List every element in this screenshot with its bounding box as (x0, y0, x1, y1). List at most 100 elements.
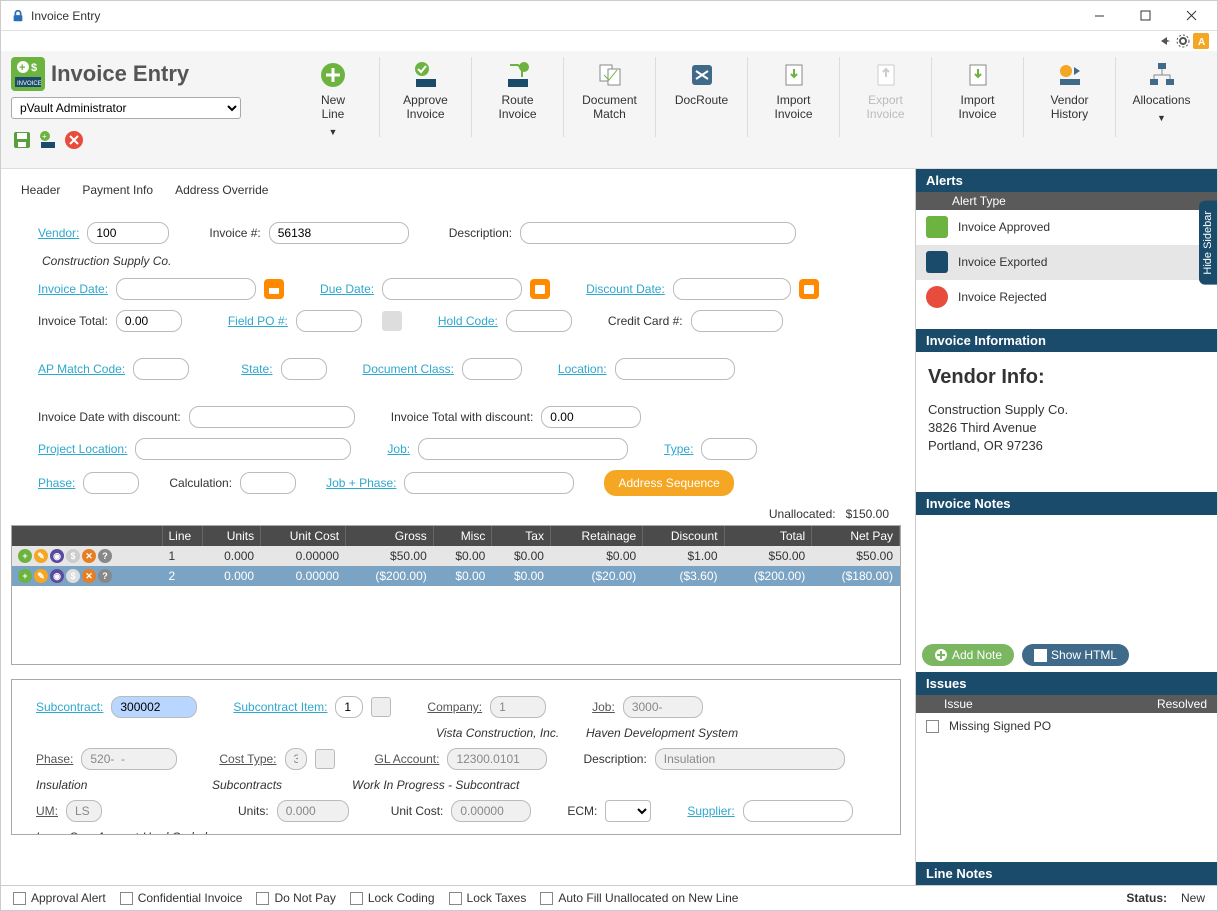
info-icon[interactable]: A (1193, 33, 1209, 49)
job-label[interactable]: Job: (387, 442, 410, 456)
alert-row-exported[interactable]: Invoice Exported (916, 245, 1217, 280)
cost-type-lookup-icon[interactable] (315, 749, 335, 769)
job-phase-label[interactable]: Job + Phase: (326, 476, 396, 490)
proj-loc-label[interactable]: Project Location: (38, 442, 127, 456)
description-input[interactable] (520, 222, 796, 244)
ap-match-label[interactable]: AP Match Code: (38, 362, 125, 376)
po-lookup-icon[interactable] (382, 311, 402, 331)
footer-check-confidential-invoice[interactable]: Confidential Invoice (120, 891, 243, 905)
vendor-input[interactable] (87, 222, 169, 244)
phase-label[interactable]: Phase: (38, 476, 75, 490)
status-label: Status: (1126, 891, 1167, 905)
page-heading: Invoice Entry (51, 61, 189, 87)
ribbon-approve-invoice[interactable]: ApproveInvoice (379, 57, 471, 137)
hold-code-input[interactable] (506, 310, 572, 332)
add-note-button[interactable]: Add Note (922, 644, 1014, 666)
address-sequence-button[interactable]: Address Sequence (604, 470, 733, 496)
footer-check-lock-coding[interactable]: Lock Coding (350, 891, 435, 905)
doc-class-input[interactable] (462, 358, 522, 380)
ribbon-document-match[interactable]: DocumentMatch (563, 57, 655, 137)
ribbon-allocations[interactable]: Allocations▼ (1115, 57, 1207, 137)
tab-address-override[interactable]: Address Override (175, 183, 268, 203)
sub-item-input[interactable] (335, 696, 363, 718)
field-po-label[interactable]: Field PO #: (228, 314, 288, 328)
ribbon-import-invoice[interactable]: ImportInvoice (747, 57, 839, 137)
tab-header[interactable]: Header (21, 183, 60, 203)
ribbon-import-invoice[interactable]: ImportInvoice (931, 57, 1023, 137)
invoice-date-input[interactable] (116, 278, 256, 300)
inv-total-disc-input[interactable] (541, 406, 641, 428)
phase-input[interactable] (83, 472, 139, 494)
save-icon[interactable] (11, 129, 33, 151)
pin-icon[interactable] (1157, 33, 1173, 49)
type-label[interactable]: Type: (664, 442, 693, 456)
inv-date-disc-input[interactable] (189, 406, 355, 428)
job-input[interactable] (418, 438, 628, 460)
grid-row[interactable]: +✎◉$✕?10.0000.00000$50.00$0.00$0.00$0.00… (12, 546, 900, 566)
calendar-icon[interactable] (530, 279, 550, 299)
ribbon-docroute[interactable]: DocRoute (655, 57, 747, 137)
ribbon-route-invoice[interactable]: RouteInvoice (471, 57, 563, 137)
ribbon-new-line[interactable]: NewLine▼ (287, 57, 379, 137)
svg-text:INVOICE: INVOICE (17, 81, 42, 87)
discount-date-label[interactable]: Discount Date: (586, 282, 665, 296)
vendor-info-body: Vendor Info: Construction Supply Co. 382… (916, 352, 1217, 492)
supplier-input[interactable] (743, 800, 853, 822)
proj-loc-input[interactable] (135, 438, 351, 460)
calendar-icon[interactable] (799, 279, 819, 299)
sub-item-lookup-icon[interactable] (371, 697, 391, 717)
ap-match-input[interactable] (133, 358, 189, 380)
save-invoice-icon[interactable]: + (37, 129, 59, 151)
supplier-label[interactable]: Supplier: (687, 804, 734, 818)
alert-row-approved[interactable]: Invoice Approved (916, 210, 1217, 245)
job-phase-input[interactable] (404, 472, 574, 494)
field-po-input[interactable] (296, 310, 362, 332)
subcontract-label[interactable]: Subcontract: (36, 700, 103, 714)
issue-row[interactable]: Missing Signed PO (916, 713, 1217, 739)
show-html-button[interactable]: Show HTML (1022, 644, 1129, 666)
footer-check-approval-alert[interactable]: Approval Alert (13, 891, 106, 905)
tab-payment-info[interactable]: Payment Info (82, 183, 153, 203)
calc-input[interactable] (240, 472, 296, 494)
location-label[interactable]: Location: (558, 362, 607, 376)
subcontract-input[interactable] (111, 696, 197, 718)
user-select[interactable]: pVault Administrator (11, 97, 241, 119)
issue-checkbox[interactable] (926, 720, 939, 733)
invoice-num-input[interactable] (269, 222, 409, 244)
units-label: Units: (238, 804, 269, 818)
footer-check-auto-fill-unallocated-on-new-line[interactable]: Auto Fill Unallocated on New Line (540, 891, 738, 905)
invoice-date-label[interactable]: Invoice Date: (38, 282, 108, 296)
approved-icon (926, 216, 948, 238)
close-button[interactable] (1169, 2, 1213, 30)
ecm-select[interactable] (605, 800, 651, 822)
alert-row-rejected[interactable]: Invoice Rejected (916, 280, 1217, 315)
type-input[interactable] (701, 438, 757, 460)
description-label: Description: (449, 226, 512, 240)
minimize-button[interactable] (1077, 2, 1121, 30)
doc-class-label[interactable]: Document Class: (363, 362, 454, 376)
footer-check-lock-taxes[interactable]: Lock Taxes (449, 891, 527, 905)
state-label[interactable]: State: (241, 362, 272, 376)
company-input (490, 696, 546, 718)
grid-row[interactable]: +✎◉$✕?20.0000.00000($200.00)$0.00$0.00($… (12, 566, 900, 586)
due-date-label[interactable]: Due Date: (320, 282, 374, 296)
vendor-label[interactable]: Vendor: (38, 226, 79, 240)
maximize-button[interactable] (1123, 2, 1167, 30)
calendar-icon[interactable] (264, 279, 284, 299)
state-input[interactable] (281, 358, 327, 380)
credit-card-input[interactable] (691, 310, 783, 332)
footer-check-do-not-pay[interactable]: Do Not Pay (256, 891, 335, 905)
ribbon: +INVOICE$ Invoice Entry pVault Administr… (1, 51, 1217, 169)
discount-date-input[interactable] (673, 278, 791, 300)
delete-icon[interactable] (63, 129, 85, 151)
tabs: Header Payment Info Address Override (7, 169, 915, 207)
invoice-total-label: Invoice Total: (38, 314, 108, 328)
invoice-total-input[interactable] (116, 310, 182, 332)
sub-item-label[interactable]: Subcontract Item: (233, 700, 327, 714)
hold-code-label[interactable]: Hold Code: (438, 314, 498, 328)
location-input[interactable] (615, 358, 735, 380)
ribbon-vendor-history[interactable]: VendorHistory (1023, 57, 1115, 137)
hide-sidebar-button[interactable]: Hide Sidebar (1199, 201, 1217, 285)
due-date-input[interactable] (382, 278, 522, 300)
gear-icon[interactable] (1175, 33, 1191, 49)
